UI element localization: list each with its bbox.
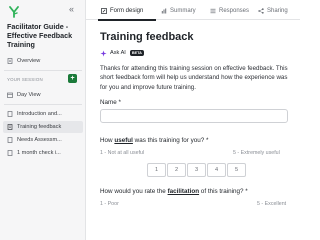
tab-label: Form design	[110, 8, 144, 14]
sparkle-icon	[100, 49, 107, 57]
sidebar-item-label: Training feedback	[17, 124, 62, 130]
tab-sharing[interactable]: Sharing	[258, 8, 288, 14]
usefulness-question-label: How useful was this training for you? *	[100, 137, 209, 144]
form-title[interactable]: Training feedback	[100, 31, 194, 43]
calendar-icon	[7, 92, 13, 98]
tab-bar: Form design Summary Responses Sharing	[86, 0, 300, 20]
ask-ai-label: Ask AI	[110, 50, 126, 56]
question-emphasis: facilitation	[167, 188, 200, 195]
scale-high-label: 5 - Extremely useful	[233, 150, 280, 156]
sidebar-item-label: Day View	[17, 92, 41, 98]
share-icon	[258, 8, 264, 14]
form-icon	[7, 124, 13, 130]
sidebar-item-label: Introduction and...	[17, 111, 62, 117]
rating-option[interactable]: 4	[207, 163, 226, 177]
ask-ai-button[interactable]: Ask AI BETA	[100, 48, 144, 58]
beta-badge: BETA	[129, 50, 144, 56]
sidebar-item-overview[interactable]: Overview	[3, 55, 83, 67]
tab-summary[interactable]: Summary	[161, 8, 196, 14]
rating-option[interactable]: 5	[227, 163, 246, 177]
form-editor: Training feedback Ask AI BETA Thanks for…	[86, 21, 300, 240]
tab-responses[interactable]: Responses	[210, 8, 249, 14]
guide-title: Facilitator Guide - Effective Feedback T…	[7, 22, 73, 49]
sidebar: « Facilitator Guide - Effective Feedback…	[0, 0, 86, 240]
chart-icon	[161, 8, 167, 14]
form-description[interactable]: Thanks for attending this training sessi…	[100, 64, 296, 92]
sidebar-item-introduction[interactable]: Introduction and...	[3, 108, 83, 120]
tab-label: Responses	[219, 8, 250, 14]
question-text: How	[100, 137, 115, 144]
scale-low-label: 1 - Not at all useful	[100, 150, 145, 156]
sidebar-item-label: 1 month check i...	[17, 150, 61, 156]
question-text: was this training for you? *	[132, 137, 209, 144]
question-text: of this training? *	[199, 188, 248, 195]
rating-option[interactable]: 1	[147, 163, 166, 177]
rating-option[interactable]: 2	[167, 163, 186, 177]
edit-icon	[101, 8, 107, 14]
list-icon	[210, 8, 216, 14]
collapse-sidebar-icon[interactable]: «	[69, 4, 74, 14]
name-question-label: Name *	[100, 99, 121, 106]
document-icon	[7, 150, 13, 156]
add-session-button[interactable]: +	[68, 74, 77, 83]
sidebar-item-label: Overview	[17, 58, 41, 64]
sidebar-item-training-feedback[interactable]: Training feedback	[3, 121, 83, 133]
section-label: YOUR SESSION	[7, 77, 43, 82]
sidebar-item-needs-assessment[interactable]: Needs Assessm...	[3, 134, 83, 146]
document-icon	[7, 58, 13, 64]
document-icon	[7, 137, 13, 143]
tab-label: Sharing	[267, 8, 288, 14]
question-text: How would you rate the	[100, 188, 168, 195]
sidebar-item-day-view[interactable]: Day View	[3, 89, 83, 101]
facilitation-question-label: How would you rate the facilitation of t…	[100, 188, 248, 195]
tab-form-design[interactable]: Form design	[101, 8, 143, 14]
rating-option[interactable]: 3	[187, 163, 206, 177]
scale-high-label: 5 - Excellent	[257, 201, 287, 207]
sidebar-divider	[4, 104, 82, 105]
scale-low-label: 1 - Poor	[100, 201, 119, 207]
sidebar-divider	[4, 70, 82, 71]
sidebar-item-month-check-in[interactable]: 1 month check i...	[3, 147, 83, 159]
sidebar-item-label: Needs Assessm...	[17, 137, 62, 143]
app-logo-icon	[9, 6, 19, 18]
question-emphasis: useful	[114, 137, 133, 144]
name-field[interactable]	[100, 109, 288, 123]
document-icon	[7, 111, 13, 117]
tab-label: Summary	[170, 8, 196, 14]
